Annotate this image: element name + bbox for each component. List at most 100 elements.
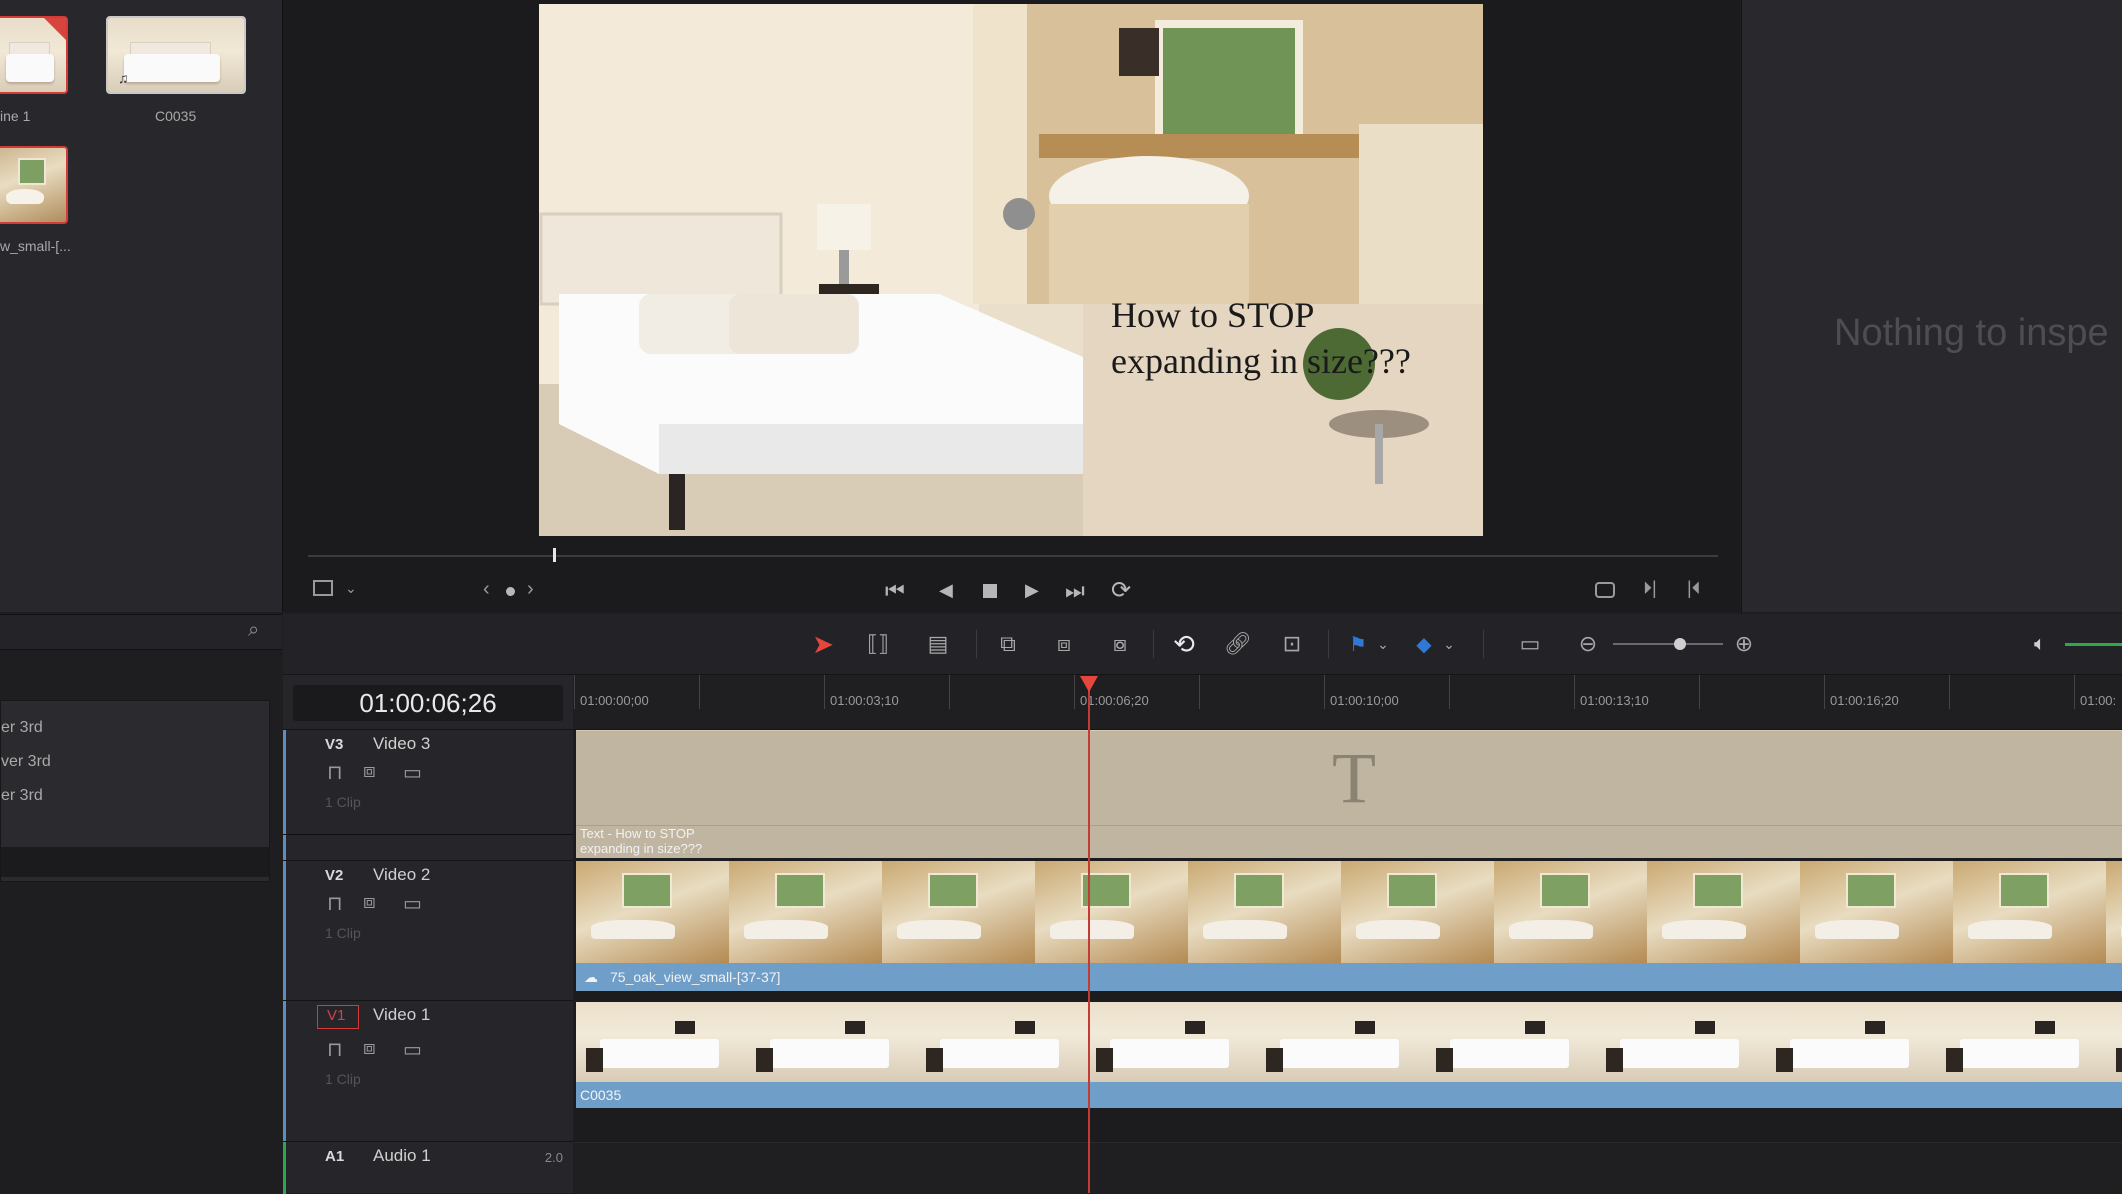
zoom-slider-handle[interactable] xyxy=(1674,638,1686,650)
clip-thumbnail[interactable]: ♫ xyxy=(106,16,246,94)
go-to-in-icon[interactable]: |⏴ xyxy=(1687,578,1701,599)
lock-icon[interactable]: ⊓ xyxy=(327,1037,343,1062)
track-id: V2 xyxy=(325,867,344,884)
step-back-icon[interactable]: ◀ xyxy=(939,580,953,601)
replace-clip-icon[interactable]: ⧇ xyxy=(1095,614,1145,674)
zoom-out-icon[interactable]: ⊖ xyxy=(1573,614,1603,674)
clip-name: C0035 xyxy=(580,1087,622,1103)
volume-icon[interactable]: 🔈︎ xyxy=(2025,614,2055,674)
full-extent-zoom-icon[interactable]: ▭ xyxy=(1505,614,1555,674)
audio-track-bar xyxy=(283,1142,286,1194)
effect-item[interactable]: ver 3rd xyxy=(1,753,51,771)
edit-toolbar: ➤ ⟦⟧ ▤ ⧉ ⧈ ⧇ ⟲ 🔗︎ ⊡ ⚑ ⌄ ◆ ⌄ ▭ ⊖ ⊕ 🔈︎ xyxy=(283,614,2122,675)
clip-count: 1 Clip xyxy=(325,925,361,941)
effect-item-selected[interactable] xyxy=(1,847,269,877)
crop-view-icon[interactable] xyxy=(313,580,333,596)
play-icon[interactable]: ▶ xyxy=(1025,580,1039,601)
prev-clip-icon[interactable]: ‹ xyxy=(483,578,490,601)
timeline-badge-icon xyxy=(42,18,66,42)
filmstrip-frame xyxy=(746,1002,918,1082)
track-header-a1: A1 Audio 1 2.0 xyxy=(283,1141,573,1194)
filmstrip-frame xyxy=(1953,861,2108,963)
audio-level-meter xyxy=(2065,643,2122,646)
text-clip[interactable]: T Text - How to STOP expanding in size??… xyxy=(576,730,2122,858)
timecode-display[interactable]: 01:00:06;26 xyxy=(293,685,563,721)
disable-track-icon[interactable]: ▭ xyxy=(403,1037,422,1062)
next-clip-icon[interactable]: › xyxy=(527,578,534,601)
audio-track-lane[interactable] xyxy=(574,1142,2122,1193)
timeline-ruler[interactable]: 01:00:00;00 01:00:03;10 01:00:06;20 01:0… xyxy=(574,675,2122,730)
ruler-label: 01:00:06;20 xyxy=(1080,693,1149,708)
track-name[interactable]: Video 1 xyxy=(373,1005,430,1025)
effect-item[interactable]: er 3rd xyxy=(1,719,43,737)
filmstrip-frame xyxy=(576,1002,748,1082)
effects-search-bar[interactable]: ⌕ xyxy=(0,614,282,650)
skip-to-end-icon[interactable]: ⏭ xyxy=(1065,578,1085,604)
preview-image xyxy=(539,4,1483,536)
chevron-down-icon[interactable]: ⌄ xyxy=(345,580,357,597)
chevron-down-icon[interactable]: ⌄ xyxy=(1373,614,1393,674)
filmstrip-frame xyxy=(882,861,1037,963)
text-clip-label: Text - How to STOP xyxy=(580,826,695,841)
cloud-clip-icon: ☁ xyxy=(584,969,598,985)
clip-thumbnail[interactable] xyxy=(0,146,68,224)
playhead[interactable] xyxy=(1088,680,1090,1193)
clip-label: ine 1 xyxy=(0,108,31,124)
viewer-scrubber-handle[interactable] xyxy=(553,548,556,562)
lock-icon[interactable]: ⊓ xyxy=(327,760,343,785)
disable-track-icon[interactable]: ▭ xyxy=(403,760,422,785)
blade-icon[interactable]: ▤ xyxy=(913,614,963,674)
disable-track-icon[interactable]: ▭ xyxy=(403,891,422,916)
trim-edit-icon[interactable]: ⟦⟧ xyxy=(853,614,903,674)
video-clip-v2[interactable]: ☁ 75_oak_view_small-[37-37] xyxy=(576,861,2122,991)
playhead-handle[interactable] xyxy=(1080,676,1098,692)
video-clip-v1[interactable]: C0035 xyxy=(576,1002,2122,1108)
filmstrip-frame xyxy=(1647,861,1802,963)
go-to-out-icon[interactable]: ⏵| xyxy=(1643,578,1657,599)
ruler-label: 01:00:13;10 xyxy=(1580,693,1649,708)
zoom-in-icon[interactable]: ⊕ xyxy=(1729,614,1759,674)
auto-select-icon[interactable]: ⧈ xyxy=(363,760,376,783)
chevron-down-icon[interactable]: ⌄ xyxy=(1439,614,1459,674)
loop-icon[interactable]: ⟳ xyxy=(1111,576,1131,605)
track-header-v3: V3 Video 3 ⊓ ⧈ ▭ 1 Clip xyxy=(283,729,573,834)
track-id: V1 xyxy=(327,1007,346,1024)
lock-icon[interactable]: ⊡ xyxy=(1267,614,1317,674)
text-clip-label: expanding in size??? xyxy=(580,841,703,856)
skip-to-start-icon[interactable]: ⏮ xyxy=(885,578,905,604)
filmstrip-frame xyxy=(1188,861,1343,963)
track-name[interactable]: Video 3 xyxy=(373,734,430,754)
filmstrip-frame xyxy=(1596,1002,1768,1082)
ruler-label: 01:00:10;00 xyxy=(1330,693,1399,708)
insert-clip-icon[interactable]: ⧉ xyxy=(983,614,1033,674)
filmstrip-frame xyxy=(1035,861,1190,963)
search-icon[interactable]: ⌕ xyxy=(248,619,259,642)
ruler-label: 01:00:00;00 xyxy=(580,693,649,708)
clip-count: 1 Clip xyxy=(325,1071,361,1087)
preview-frame: How to STOP expanding in size??? xyxy=(539,4,1483,536)
filmstrip-frame xyxy=(916,1002,1088,1082)
track-name[interactable]: Audio 1 xyxy=(373,1146,431,1166)
stop-icon[interactable] xyxy=(983,584,997,598)
timeline-thumbnail[interactable] xyxy=(0,16,68,94)
marker-icon[interactable]: ◆ xyxy=(1409,614,1439,674)
effect-item[interactable]: er 3rd xyxy=(1,787,43,805)
track-id: A1 xyxy=(325,1148,345,1165)
clip-label: C0035 xyxy=(155,108,197,124)
lock-icon[interactable]: ⊓ xyxy=(327,891,343,916)
overwrite-clip-icon[interactable]: ⧈ xyxy=(1039,614,1089,674)
track-header-v2: V2 Video 2 ⊓ ⧈ ▭ 1 Clip xyxy=(283,860,573,965)
clip-label: w_small-[... xyxy=(0,238,71,254)
link-icon[interactable]: 🔗︎ xyxy=(1213,614,1263,674)
snapping-icon[interactable]: ⟲ xyxy=(1159,614,1209,674)
flag-icon[interactable]: ⚑ xyxy=(1343,614,1373,674)
audio-channels: 2.0 xyxy=(544,1150,563,1165)
zoom-slider-track[interactable] xyxy=(1613,643,1723,645)
audio-note-icon: ♫ xyxy=(118,70,129,86)
auto-select-icon[interactable]: ⧈ xyxy=(363,1037,376,1060)
auto-select-icon[interactable]: ⧈ xyxy=(363,891,376,914)
selection-arrow-icon[interactable]: ➤ xyxy=(803,614,843,674)
viewer-scrubber-track[interactable] xyxy=(308,555,1718,557)
match-frame-icon[interactable] xyxy=(1595,582,1615,598)
track-name[interactable]: Video 2 xyxy=(373,865,430,885)
